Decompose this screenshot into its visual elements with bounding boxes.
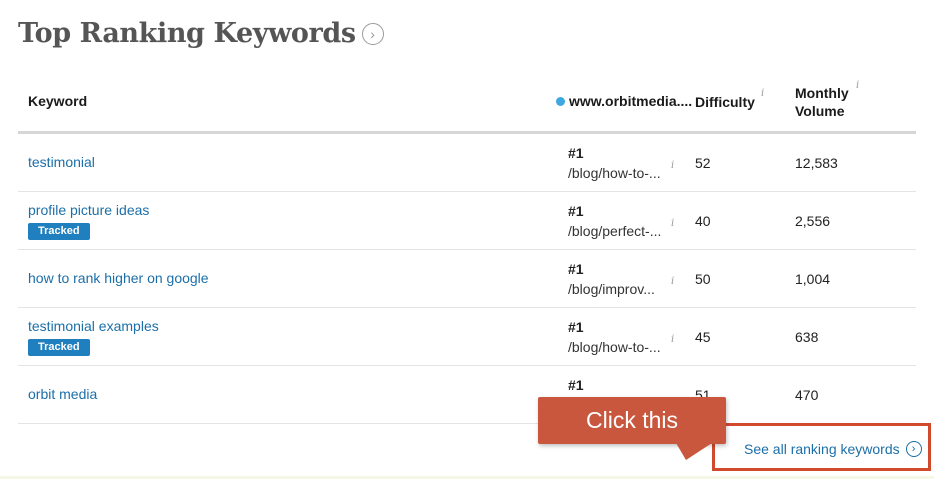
rank-value: #1 [568,261,584,277]
url-info-icon[interactable]: i [671,218,674,229]
table-header: Keyword www.orbitmedia.... Difficulty i … [18,78,916,134]
keyword-link[interactable]: testimonial [28,154,95,170]
difficulty-value: 52 [695,155,711,171]
page-title: Top Ranking Keywords [18,18,356,49]
chevron-right-circle-icon[interactable]: › [361,22,384,45]
difficulty-value: 45 [695,329,711,345]
ranking-url[interactable]: /blog/how-to-... [568,165,661,181]
table-row: testimonial examples Tracked #1 /blog/ho… [18,308,916,366]
column-header-volume[interactable]: Monthly Volume [795,84,849,120]
site-name: www.orbitmedia.... [569,93,693,109]
see-all-ranking-keywords-link[interactable]: See all ranking keywords › [744,441,922,457]
volume-value: 2,556 [795,213,831,229]
keyword-link[interactable]: orbit media [28,386,97,402]
volume-value: 12,583 [795,155,838,171]
column-header-difficulty[interactable]: Difficulty [695,94,755,110]
site-color-dot-icon [556,96,565,106]
volume-value: 1,004 [795,271,831,287]
keyword-link[interactable]: testimonial examples [28,318,159,334]
volume-value: 638 [795,329,819,345]
volume-header-line1: Monthly [795,85,849,101]
ranking-url[interactable]: /blog/perfect-... [568,223,661,239]
column-header-keyword[interactable]: Keyword [28,93,87,109]
rank-value: #1 [568,145,584,161]
volume-value: 470 [795,387,819,403]
rank-value: #1 [568,319,584,335]
url-info-icon[interactable]: i [671,160,674,171]
callout-banner: Click this [538,397,726,444]
difficulty-info-icon[interactable]: i [761,88,764,99]
tracked-badge: Tracked [28,223,90,240]
tracked-badge: Tracked [28,339,90,356]
ranking-url[interactable]: /blog/how-to-... [568,339,661,355]
rank-value: #1 [568,203,584,219]
see-all-label: See all ranking keywords [744,441,900,457]
table-row: profile picture ideas Tracked #1 /blog/p… [18,192,916,250]
keywords-table: Keyword www.orbitmedia.... Difficulty i … [18,78,916,424]
ranking-url[interactable]: /blog/improv... [568,281,655,297]
rank-value: #1 [568,377,584,393]
url-info-icon[interactable]: i [671,276,674,287]
column-header-site[interactable]: www.orbitmedia.... [556,93,692,109]
difficulty-value: 50 [695,271,711,287]
table-row: how to rank higher on google #1 /blog/im… [18,250,916,308]
table-row: testimonial #1 /blog/how-to-... i 52 12,… [18,134,916,192]
keyword-link[interactable]: profile picture ideas [28,202,149,218]
url-info-icon[interactable]: i [671,334,674,345]
keyword-link[interactable]: how to rank higher on google [28,270,209,286]
volume-header-line2: Volume [795,103,845,119]
volume-info-icon[interactable]: i [856,80,859,91]
table-row: orbit media #1 51 470 [18,366,916,424]
callout-pointer [676,443,712,460]
difficulty-value: 40 [695,213,711,229]
section-header: Top Ranking Keywords › [18,18,384,49]
chevron-right-circle-icon: › [905,441,922,457]
